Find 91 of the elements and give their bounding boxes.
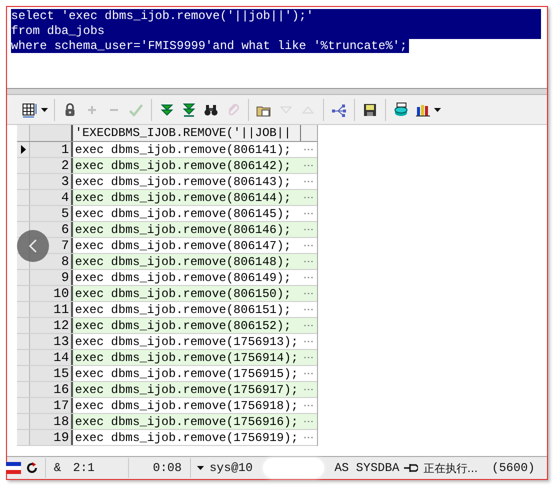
row-number: 3 (30, 174, 73, 189)
ellipsis-button[interactable] (304, 148, 313, 151)
ellipsis-button[interactable] (304, 324, 313, 327)
row-number: 13 (30, 334, 73, 349)
row-number: 4 (30, 190, 73, 205)
ellipsis-button[interactable] (304, 308, 313, 311)
table-cell: exec dbms_ijob.remove(806150); (73, 286, 300, 301)
row-count: (5600) (492, 461, 535, 475)
elapsed-time: 0:08 (152, 461, 183, 475)
ellipsis-button[interactable] (304, 276, 313, 279)
ellipsis-button[interactable] (304, 420, 313, 423)
table-cell: exec dbms_ijob.remove(806144); (73, 190, 300, 205)
ellipsis-button[interactable] (304, 436, 313, 439)
row-number: 9 (30, 270, 73, 285)
row-indicator-cell[interactable] (17, 190, 30, 205)
ellipsis-button[interactable] (304, 180, 313, 183)
role-label: AS SYSDBA (334, 461, 400, 475)
table-cell: exec dbms_ijob.remove(1756914); (73, 350, 300, 365)
row-number: 18 (30, 414, 73, 429)
ellipsis-button[interactable] (304, 228, 313, 231)
row-indicator-cell[interactable] (17, 398, 30, 413)
caret-icon[interactable] (434, 108, 441, 112)
row-number: 2 (30, 158, 73, 173)
connection-label: sys@10 (209, 461, 253, 475)
row-indicator-cell[interactable] (17, 318, 30, 333)
ellipsis-button[interactable] (304, 164, 313, 167)
row-indicator-cell[interactable] (17, 158, 30, 173)
row-indicator-cell[interactable] (17, 350, 30, 365)
table-cell: exec dbms_ijob.remove(806148); (73, 254, 300, 269)
table-cell-text: exec dbms_ijob.remove(806151); (74, 302, 292, 317)
ellipsis-button[interactable] (304, 260, 313, 263)
row-number: 17 (30, 398, 73, 413)
ellipsis-button[interactable] (304, 196, 313, 199)
caret-icon[interactable] (41, 108, 48, 112)
table-cell-text: exec dbms_ijob.remove(1756915); (74, 366, 300, 381)
table-cell-text: exec dbms_ijob.remove(806147); (74, 238, 292, 253)
grid-icon[interactable] (22, 102, 38, 118)
refresh-icon[interactable] (26, 462, 38, 474)
row-indicator-cell[interactable] (17, 302, 30, 317)
row-indicator-cell[interactable] (17, 286, 30, 301)
row-number: 15 (30, 366, 73, 381)
row-indicator-cell[interactable] (17, 206, 30, 221)
row-indicator-cell[interactable] (17, 366, 30, 381)
ellipsis-button[interactable] (304, 212, 313, 215)
table-cell-text: exec dbms_ijob.remove(806149); (74, 270, 292, 285)
current-row-icon (20, 145, 26, 154)
table-cell-text: exec dbms_ijob.remove(806145); (74, 206, 292, 221)
table-cell-text: exec dbms_ijob.remove(1756913); (74, 334, 300, 349)
table-cell: exec dbms_ijob.remove(806152); (73, 318, 300, 333)
database-icon[interactable] (393, 102, 409, 118)
status-symbol: & (54, 461, 62, 475)
row-number: 11 (30, 302, 73, 317)
row-number: 16 (30, 382, 73, 397)
row-indicator-cell[interactable] (17, 430, 30, 445)
ellipsis-button[interactable] (304, 244, 313, 247)
chevron-left-icon (27, 238, 39, 254)
table-cell-text: exec dbms_ijob.remove(1756918); (74, 398, 300, 413)
caret-icon[interactable] (197, 466, 204, 470)
row-indicator-cell[interactable] (17, 414, 30, 429)
row-number: 10 (30, 286, 73, 301)
table-cell: exec dbms_ijob.remove(1756917); (73, 382, 300, 397)
table-cell-text: exec dbms_ijob.remove(1756919); (74, 430, 300, 445)
flag-icon (6, 462, 22, 474)
row-number: 14 (30, 350, 73, 365)
row-number: 1 (30, 142, 73, 157)
row-number: 5 (30, 206, 73, 221)
table-cell: exec dbms_ijob.remove(1756916); (73, 414, 300, 429)
row-number: 12 (30, 318, 73, 333)
ellipsis-button[interactable] (304, 340, 313, 343)
ellipsis-button[interactable] (304, 388, 313, 391)
table-cell: exec dbms_ijob.remove(806142); (73, 158, 300, 173)
floppy-icon[interactable] (362, 102, 378, 118)
table-cell-text: exec dbms_ijob.remove(806143); (74, 174, 292, 189)
row-indicator-cell[interactable] (17, 142, 30, 157)
table-cell-text: exec dbms_ijob.remove(806141); (74, 142, 292, 157)
ellipsis-button[interactable] (304, 292, 313, 295)
double-arrow-icon[interactable] (181, 102, 197, 118)
row-indicator-cell[interactable] (17, 334, 30, 349)
ellipsis-button[interactable] (304, 356, 313, 359)
pin-icon (404, 463, 418, 473)
row-number: 19 (30, 430, 73, 445)
network-icon[interactable] (331, 102, 347, 118)
cursor-position: 2:1 (73, 461, 96, 475)
status-message: 正在执行... (423, 460, 478, 476)
ellipsis-button[interactable] (304, 404, 313, 407)
row-indicator-cell[interactable] (17, 174, 30, 189)
table-cell: exec dbms_ijob.remove(806146); (73, 222, 300, 237)
double-arrow-icon[interactable] (159, 102, 175, 118)
row-indicator-cell[interactable] (17, 382, 30, 397)
row-indicator-cell[interactable] (17, 270, 30, 285)
ellipsis-button[interactable] (304, 372, 313, 375)
